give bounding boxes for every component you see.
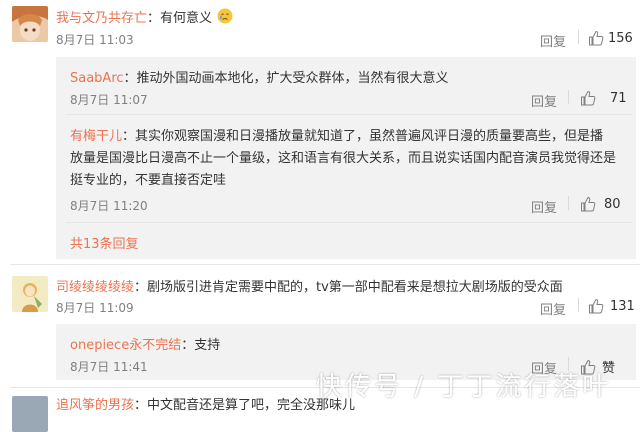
subreply-text: ：支持 [181, 338, 221, 353]
subreply-text-line: 挺专业的，不要直接否定哇 [70, 173, 227, 188]
more-replies-link[interactable]: 共13条回复 [70, 233, 139, 252]
divider [568, 196, 569, 210]
comment-text: ：剧场版引进肯定需要中配的，tv第一部中配看来是想拉大剧场版的受众面 [134, 280, 563, 295]
like-count: 71 [610, 90, 627, 106]
separator [66, 114, 632, 115]
thumbs-up-icon [589, 30, 604, 46]
comment-timestamp: 8月7日 11:03 [56, 33, 134, 47]
thumbs-up-icon [581, 90, 596, 106]
subreply-text-line: ：其实你观察国漫和日漫播放量就知道了，虽然普遍风评日漫的质量要高些，但是播 [122, 129, 604, 144]
like-count: 131 [610, 298, 635, 314]
separator [66, 222, 632, 223]
subreply-header: SaabArc：推动外国动画本地化，扩大受众群体，当然有很大意义 [70, 67, 449, 86]
like-button[interactable]: 80 [580, 196, 621, 212]
like-button[interactable]: 71 [580, 90, 627, 106]
avatar[interactable] [12, 6, 48, 42]
like-count: 156 [608, 30, 633, 46]
avatar[interactable] [12, 396, 48, 432]
crying-face-icon [217, 8, 233, 28]
comment-username[interactable]: 司绫绫绫绫绫 [56, 280, 134, 295]
comment-timestamp: 8月7日 11:09 [56, 301, 134, 315]
comment-header: 司绫绫绫绫绫：剧场版引进肯定需要中配的，tv第一部中配看来是想拉大剧场版的受众面 [56, 276, 563, 295]
subreply-username[interactable]: onepiece永不完结 [70, 338, 181, 353]
subreply-text: ：推动外国动画本地化，扩大受众群体，当然有很大意义 [123, 71, 449, 86]
like-button[interactable]: 156 [588, 30, 633, 46]
comment-text: ：有何意义 [147, 11, 213, 26]
reply-button[interactable]: 回复 [531, 91, 557, 110]
comment-header: 我与文乃共存亡：有何意义 [56, 7, 233, 28]
subreply-timestamp: 8月7日 11:20 [70, 199, 148, 213]
comment-username[interactable]: 我与文乃共存亡 [56, 11, 147, 26]
like-count: 80 [604, 196, 621, 212]
subreply-timestamp: 8月7日 11:07 [70, 93, 148, 107]
watermark: 快传号 / 丁丁流行落叶 [316, 372, 612, 402]
subreply-header: onepiece永不完结：支持 [70, 334, 220, 353]
subreply-body: 有梅干儿：其实你观察国漫和日漫播放量就知道了，虽然普遍风评日漫的质量要高些，但是… [70, 124, 630, 192]
reply-button[interactable]: 回复 [540, 31, 566, 50]
reply-button[interactable]: 回复 [540, 299, 566, 318]
divider [578, 298, 579, 312]
comment-separator [10, 264, 640, 265]
like-button[interactable]: 131 [588, 298, 635, 314]
avatar[interactable] [12, 276, 48, 312]
divider [578, 30, 579, 44]
subreply-username[interactable]: SaabArc [70, 71, 124, 86]
subreply-text-line: 放量是国漫比日漫高不止一个量级，这和语言有很大关系，而且说实话国内配音演员我觉得… [70, 151, 617, 166]
thumbs-up-icon [581, 196, 596, 212]
comment-username[interactable]: 追风筝的男孩 [56, 398, 134, 413]
thumbs-up-icon [589, 298, 604, 314]
subreply-username[interactable]: 有梅干儿 [70, 129, 122, 144]
subreply-timestamp: 8月7日 11:41 [70, 360, 148, 374]
divider [568, 90, 569, 104]
reply-button[interactable]: 回复 [531, 197, 557, 216]
